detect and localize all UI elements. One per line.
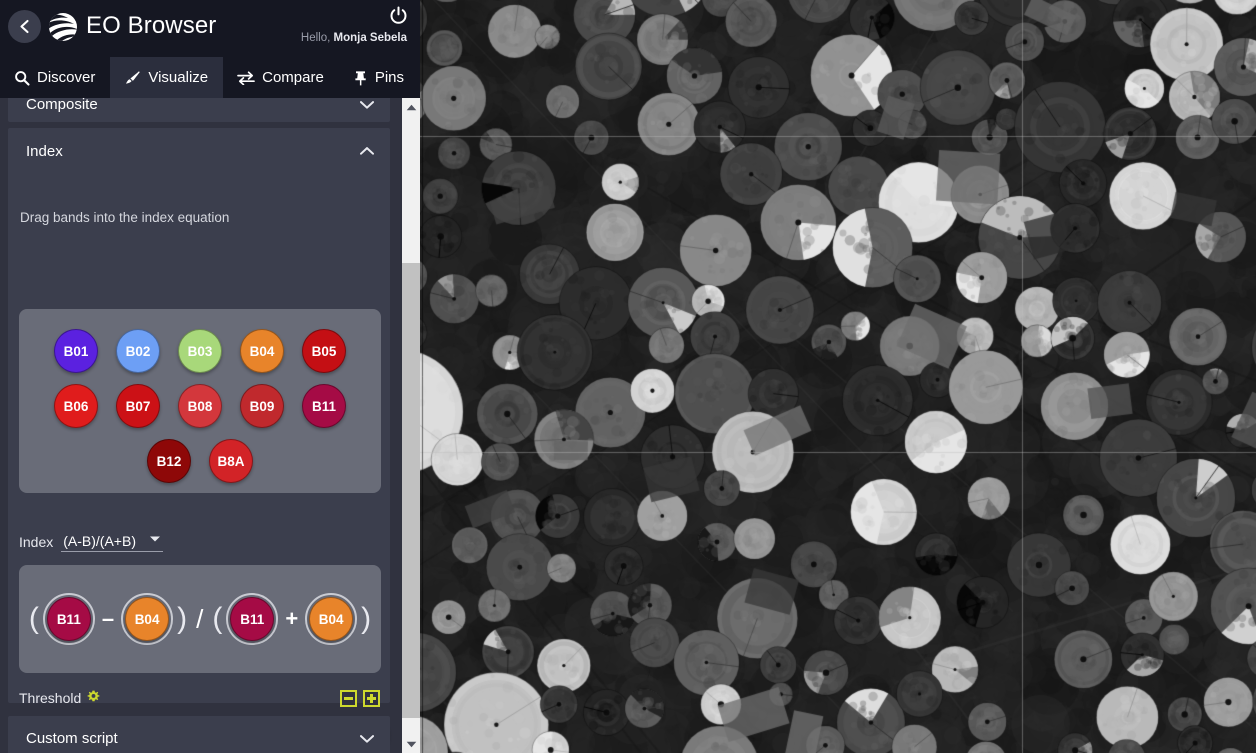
band-chip-b11[interactable]: B11	[302, 384, 346, 428]
tab-discover[interactable]: Discover	[0, 57, 110, 98]
pin-icon	[355, 70, 366, 85]
tab-visualize-label: Visualize	[148, 69, 209, 86]
scrollbar-up-button[interactable]	[402, 98, 420, 116]
tab-visualize[interactable]: Visualize	[110, 57, 224, 98]
threshold-label: Threshold	[19, 690, 82, 706]
scrollbar-down-button[interactable]	[402, 735, 420, 753]
panel-scrollbar[interactable]	[402, 98, 420, 753]
user-greeting: Hello, Monja Sebela	[301, 32, 407, 44]
triangle-up-icon	[406, 104, 416, 110]
index-equation[interactable]: (B11– B04) /(B11 + B04)	[19, 565, 381, 673]
threshold-step-buttons	[340, 690, 380, 707]
band-row: B12 B8A	[19, 439, 381, 483]
chevron-left-icon	[20, 19, 29, 34]
band-chip-b11[interactable]: B11	[46, 597, 91, 641]
band-chip-b06[interactable]: B06	[54, 384, 98, 428]
section-index-title: Index	[26, 142, 63, 160]
index-select-label: Index	[19, 534, 54, 550]
section-index-header[interactable]: Index	[8, 128, 390, 174]
map-viewport[interactable]	[420, 0, 1256, 753]
band-chip-b05[interactable]: B05	[302, 329, 346, 373]
equation-paren: )	[177, 602, 188, 635]
page-title: EO Browser	[86, 12, 217, 39]
section-custom-script-header[interactable]: Custom script	[8, 716, 390, 753]
tab-pins-label: Pins	[374, 69, 405, 86]
back-button[interactable]	[8, 10, 41, 43]
section-index: Index Drag bands into the index equation…	[8, 128, 390, 753]
drag-bands-hint: Drag bands into the index equation	[20, 210, 230, 225]
section-composite-title: Composite	[26, 98, 98, 113]
equation-paren: (	[28, 602, 39, 635]
equation-paren: )	[361, 602, 372, 635]
scrollbar-thumb[interactable]	[402, 263, 420, 718]
tab-pins[interactable]: Pins	[339, 57, 419, 98]
threshold-label-row: Threshold	[19, 690, 100, 706]
index-formula-select[interactable]: (A-B)/(A+B)	[61, 530, 164, 552]
band-chip-b12[interactable]: B12	[147, 439, 191, 483]
globe-swirl-logo	[48, 12, 78, 42]
equation-op: +	[285, 606, 299, 631]
band-chip-b03[interactable]: B03	[178, 329, 222, 373]
brush-icon	[126, 70, 141, 84]
satellite-imagery-layer[interactable]	[420, 0, 1256, 753]
compare-icon	[237, 70, 255, 85]
band-chip-b09[interactable]: B09	[240, 384, 284, 428]
triangle-down-icon	[406, 741, 416, 747]
threshold-plus-button[interactable]	[363, 690, 380, 707]
equation-slot-b04[interactable]: B04	[305, 593, 358, 645]
band-chip-b02[interactable]: B02	[116, 329, 160, 373]
band-row: B01 B02 B03 B04 B05	[19, 329, 381, 373]
band-chip-b04[interactable]: B04	[240, 329, 284, 373]
greeting-prefix: Hello,	[300, 32, 334, 44]
index-formula-value: (A-B)/(A+B)	[63, 533, 136, 549]
equation-op: –	[101, 606, 115, 631]
tab-discover-label: Discover	[37, 69, 96, 86]
band-row: B06 B07 B08 B09 B11	[19, 384, 381, 428]
equation-slot-b11[interactable]: B11	[226, 593, 279, 645]
section-composite-header[interactable]: Composite	[8, 98, 390, 122]
search-icon	[15, 70, 30, 86]
section-custom-script-title: Custom script	[26, 730, 118, 747]
eo-browser-app: EO Browser Hello, Monja Sebela Discover	[0, 0, 1256, 753]
equation-slash: /	[196, 603, 204, 634]
equation-slot-b04[interactable]: B04	[121, 593, 174, 645]
gear-icon[interactable]	[87, 690, 100, 706]
chevron-up-icon	[360, 143, 374, 160]
band-chip-b04[interactable]: B04	[309, 597, 354, 641]
visualize-panel-body: Composite Index Drag bands into the inde…	[0, 98, 402, 753]
tab-compare-label: Compare	[262, 69, 324, 86]
index-formula-select-row: Index (A-B)/(A+B)	[19, 530, 164, 552]
band-palette: B01 B02 B03 B04 B05 B06 B07 B08 B09 B11 B12 B8A	[19, 309, 381, 493]
band-chip-b08[interactable]: B08	[178, 384, 222, 428]
user-name: Monja Sebela	[333, 32, 408, 44]
caret-down-icon	[149, 530, 161, 546]
chevron-down-icon	[360, 98, 374, 113]
band-chip-b01[interactable]: B01	[54, 329, 98, 373]
threshold-minus-button[interactable]	[340, 690, 357, 707]
left-panel: EO Browser Hello, Monja Sebela Discover	[0, 0, 420, 753]
equation-slot-b11[interactable]: B11	[42, 593, 95, 645]
main-tabs: Discover Visualize Compare Pins	[0, 57, 420, 98]
band-chip-b8a[interactable]: B8A	[209, 439, 253, 483]
equation-paren: (	[212, 602, 223, 635]
chevron-down-icon	[360, 730, 374, 747]
power-icon[interactable]	[389, 6, 408, 25]
app-header: EO Browser Hello, Monja Sebela	[0, 0, 420, 57]
band-chip-b11[interactable]: B11	[230, 597, 275, 641]
tab-compare[interactable]: Compare	[223, 57, 339, 98]
band-chip-b04[interactable]: B04	[125, 597, 170, 641]
band-chip-b07[interactable]: B07	[116, 384, 160, 428]
